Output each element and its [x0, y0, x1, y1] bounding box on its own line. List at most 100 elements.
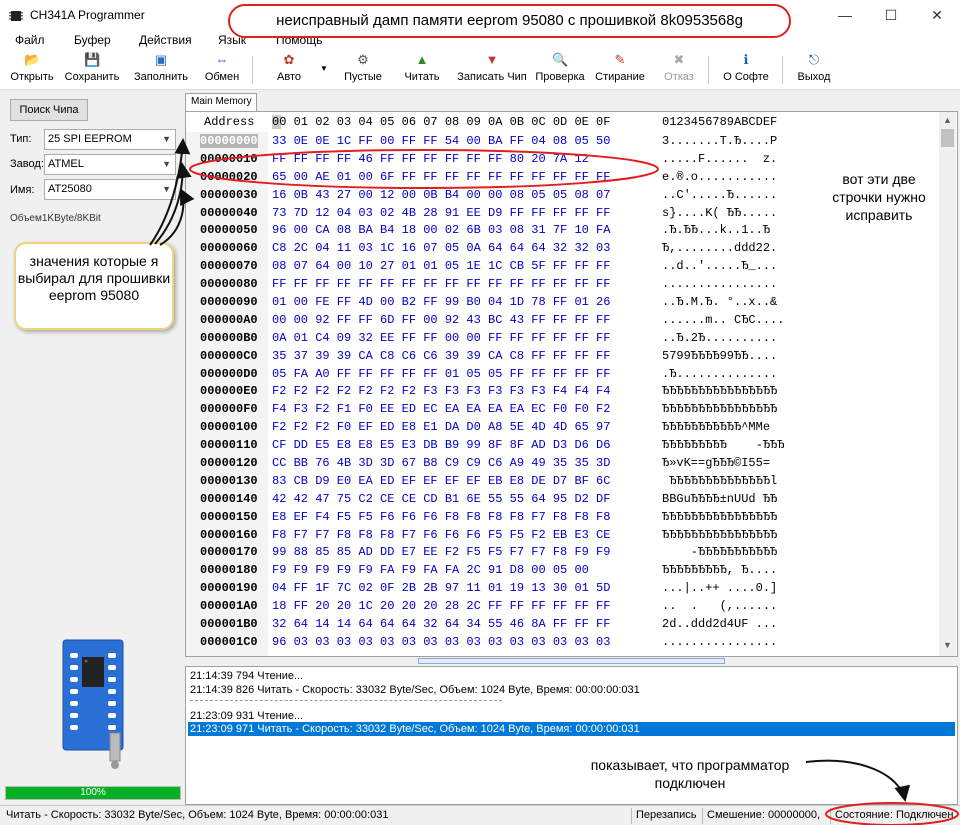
- row-hex-bytes[interactable]: 73 7D 12 04 03 02 4B 28 91 EE D9 FF FF F…: [272, 206, 610, 220]
- write-chip-button[interactable]: ▼ Записать Чип: [456, 52, 528, 88]
- hex-row[interactable]: 00000070 08 07 64 00 10 27 01 01 05 1E 1C…: [186, 257, 946, 275]
- hex-row[interactable]: 00000150 E8 EF F4 F5 F5 F6 F6 F6 F8 F8 F8…: [186, 508, 946, 526]
- hex-row[interactable]: 00000170 99 88 85 85 AD DD E7 EE F2 F5 F5…: [186, 543, 946, 561]
- hex-row[interactable]: 000000F0 F4 F3 F2 F1 F0 EE ED EC EA EA EA…: [186, 400, 946, 418]
- row-ascii[interactable]: ЂЂЂЂЂЂЂЂЂЂЂЂЂЂЂЂ: [662, 528, 777, 542]
- row-ascii[interactable]: ЂЂЂЂЂЂЂЂЂЂЂЂЂЂЂЂ: [662, 510, 777, 524]
- menu-buffer[interactable]: Буфер: [74, 33, 111, 47]
- row-ascii[interactable]: ЂЂЂЂЂЂЂЂЂ, Ђ....: [662, 563, 777, 577]
- hex-row[interactable]: 00000000 33 0E 0E 1C FF 00 FF FF 54 00 BA…: [186, 132, 946, 150]
- row-ascii[interactable]: ЂЂЂЂЂЂЂЂЂ -ЂЂЂ: [662, 438, 784, 452]
- row-hex-bytes[interactable]: 65 00 AE 01 00 6F FF FF FF FF FF FF FF F…: [272, 170, 610, 184]
- auto-dropdown-arrow[interactable]: ▼: [318, 64, 330, 100]
- row-hex-bytes[interactable]: 83 CB D9 E0 EA ED EF EF EF EF EB E8 DE D…: [272, 474, 610, 488]
- hex-row[interactable]: 00000130 83 CB D9 E0 EA ED EF EF EF EF EB…: [186, 472, 946, 490]
- hex-row[interactable]: 000000E0 F2 F2 F2 F2 F2 F2 F2 F3 F3 F3 F3…: [186, 382, 946, 400]
- row-hex-bytes[interactable]: 16 0B 43 27 00 12 00 0B B4 00 00 08 05 0…: [272, 188, 610, 202]
- hex-row[interactable]: 00000110 CF DD E5 E8 E8 E5 E3 DB B9 99 8F…: [186, 436, 946, 454]
- row-ascii[interactable]: ..Ђ.2Ђ..........: [662, 331, 777, 345]
- vendor-select[interactable]: ATMEL ▼: [44, 154, 176, 175]
- row-ascii[interactable]: ..Ђ.M.Ђ. °..x..&: [662, 295, 777, 309]
- open-button[interactable]: 📂 Открыть: [8, 52, 56, 88]
- row-ascii[interactable]: BBGuЂЂЂЂ±nUUd ЂЂ: [662, 492, 777, 506]
- tab-main-memory[interactable]: Main Memory: [185, 93, 257, 111]
- row-ascii[interactable]: ................: [662, 277, 777, 291]
- row-ascii[interactable]: Ђ,........ddd22.: [662, 241, 777, 255]
- row-ascii[interactable]: ЂЂЂЂЂЂЂЂЂЂЂЂЂЂЂЂ: [662, 384, 777, 398]
- hex-row[interactable]: 000000A0 00 00 92 FF FF 6D FF 00 92 43 BC…: [186, 311, 946, 329]
- row-hex-bytes[interactable]: 42 42 47 75 C2 CE CE CD B1 6E 55 55 64 9…: [272, 492, 610, 506]
- erase-button[interactable]: ✎ Стирание: [594, 52, 646, 88]
- hex-row[interactable]: 000000D0 05 FA A0 FF FF FF FF FF 01 05 05…: [186, 365, 946, 383]
- about-button[interactable]: ℹО Софте: [720, 52, 772, 88]
- scroll-up-icon[interactable]: ▲: [943, 115, 952, 125]
- close-button[interactable]: ✕: [914, 0, 960, 30]
- row-ascii[interactable]: ................: [662, 635, 777, 649]
- menu-actions[interactable]: Действия: [139, 33, 192, 47]
- row-ascii[interactable]: ......m.. СЂС....: [662, 313, 784, 327]
- row-hex-bytes[interactable]: 33 0E 0E 1C FF 00 FF FF 54 00 BA FF 04 0…: [272, 134, 610, 148]
- row-ascii[interactable]: .....F...... z.: [662, 152, 777, 166]
- save-button[interactable]: 💾 Сохранить: [64, 52, 120, 88]
- row-ascii[interactable]: ..C'.....Ђ......: [662, 188, 777, 202]
- row-ascii[interactable]: 5799ЂЂЂЂ99ЂЂ....: [662, 349, 777, 363]
- row-ascii[interactable]: ЂЂЂЂЂЂЂЂЂЂЂ^MMe: [662, 420, 770, 434]
- row-hex-bytes[interactable]: 32 64 14 14 64 64 64 32 64 34 55 46 8A F…: [272, 617, 610, 631]
- row-hex-bytes[interactable]: 18 FF 20 20 1C 20 20 20 28 2C FF FF FF F…: [272, 599, 610, 613]
- hex-row[interactable]: 00000060 C8 2C 04 11 03 1C 16 07 05 0A 64…: [186, 239, 946, 257]
- hex-row[interactable]: 000001B0 32 64 14 14 64 64 64 32 64 34 55…: [186, 615, 946, 633]
- verify-button[interactable]: 🔍 Проверка: [534, 52, 586, 88]
- row-hex-bytes[interactable]: F9 F9 F9 F9 F9 FA F9 FA FA 2C 91 D8 00 0…: [272, 563, 589, 577]
- row-hex-bytes[interactable]: 96 03 03 03 03 03 03 03 03 03 03 03 03 0…: [272, 635, 610, 649]
- row-ascii[interactable]: .. . (,......: [662, 599, 777, 613]
- row-ascii[interactable]: e.®.o...........: [662, 170, 777, 184]
- row-ascii[interactable]: ...|..++ ....0.]: [662, 581, 777, 595]
- vertical-scrollbar[interactable]: ▲ ▼: [939, 112, 956, 656]
- hex-row[interactable]: 00000090 01 00 FE FF 4D 00 B2 FF 99 B0 04…: [186, 293, 946, 311]
- auto-button[interactable]: ✿ Авто: [270, 52, 308, 88]
- row-hex-bytes[interactable]: C8 2C 04 11 03 1C 16 07 05 0A 64 64 64 3…: [272, 241, 610, 255]
- row-hex-bytes[interactable]: 99 88 85 85 AD DD E7 EE F2 F5 F5 F7 F7 F…: [272, 545, 610, 559]
- row-hex-bytes[interactable]: 00 00 92 FF FF 6D FF 00 92 43 BC 43 FF F…: [272, 313, 610, 327]
- hex-row[interactable]: 000000C0 35 37 39 39 CA C8 C6 C6 39 39 CA…: [186, 347, 946, 365]
- row-ascii[interactable]: s}....K( ЂЂ.....: [662, 206, 777, 220]
- hex-row[interactable]: 000001C0 96 03 03 03 03 03 03 03 03 03 03…: [186, 633, 946, 651]
- row-ascii[interactable]: .Ђ.ЂЂ...k..1..Ђ: [662, 223, 770, 237]
- row-hex-bytes[interactable]: F4 F3 F2 F1 F0 EE ED EC EA EA EA EA EC F…: [272, 402, 610, 416]
- hex-row[interactable]: 00000100 F2 F2 F2 F0 EF ED E8 E1 DA D0 A8…: [186, 418, 946, 436]
- hex-row[interactable]: 00000180 F9 F9 F9 F9 F9 FA F9 FA FA 2C 91…: [186, 561, 946, 579]
- hex-row[interactable]: 00000010 FF FF FF FF 46 FF FF FF FF FF FF…: [186, 150, 946, 168]
- row-hex-bytes[interactable]: E8 EF F4 F5 F5 F6 F6 F6 F8 F8 F8 F8 F7 F…: [272, 510, 610, 524]
- splitter-grip[interactable]: [418, 658, 725, 664]
- row-hex-bytes[interactable]: CF DD E5 E8 E8 E5 E3 DB B9 99 8F 8F AD D…: [272, 438, 610, 452]
- row-ascii[interactable]: ЂЂЂЂЂЂЂЂЂЂЂЂЂЂЂЂ: [662, 402, 777, 416]
- row-ascii[interactable]: -ЂЂЂЂЂЂЂЂЂЂЂ: [662, 545, 777, 559]
- panel-splitter[interactable]: [185, 658, 958, 666]
- row-hex-bytes[interactable]: FF FF FF FF FF FF FF FF FF FF FF FF FF F…: [272, 277, 610, 291]
- hex-row[interactable]: 00000160 F8 F7 F7 F8 F8 F8 F7 F6 F6 F6 F5…: [186, 526, 946, 544]
- fill-button[interactable]: ▣ Заполнить: [132, 52, 190, 88]
- row-hex-bytes[interactable]: 04 FF 1F 7C 02 0F 2B 2B 97 11 01 19 13 3…: [272, 581, 610, 595]
- row-hex-bytes[interactable]: CC BB 76 4B 3D 3D 67 B8 C9 C9 C6 A9 49 3…: [272, 456, 610, 470]
- row-hex-bytes[interactable]: 01 00 FE FF 4D 00 B2 FF 99 B0 04 1D 78 F…: [272, 295, 610, 309]
- hex-row[interactable]: 00000140 42 42 47 75 C2 CE CE CD B1 6E 55…: [186, 490, 946, 508]
- search-chip-button[interactable]: Поиск Чипа: [10, 99, 88, 121]
- hex-row[interactable]: 00000050 96 00 CA 08 BA B4 18 00 02 6B 03…: [186, 221, 946, 239]
- swap-button[interactable]: ⇔ Обмен: [200, 52, 244, 88]
- row-hex-bytes[interactable]: FF FF FF FF 46 FF FF FF FF FF FF 80 20 7…: [272, 152, 589, 166]
- blank-check-button[interactable]: ⚙ Пустые: [340, 52, 386, 88]
- hex-row[interactable]: 000001A0 18 FF 20 20 1C 20 20 20 28 2C FF…: [186, 597, 946, 615]
- row-hex-bytes[interactable]: 96 00 CA 08 BA B4 18 00 02 6B 03 08 31 7…: [272, 223, 610, 237]
- name-select[interactable]: AT25080 ▼: [44, 179, 176, 200]
- row-hex-bytes[interactable]: F2 F2 F2 F0 EF ED E8 E1 DA D0 A8 5E 4D 4…: [272, 420, 610, 434]
- row-hex-bytes[interactable]: F2 F2 F2 F2 F2 F2 F2 F3 F3 F3 F3 F3 F3 F…: [272, 384, 610, 398]
- exit-button[interactable]: ⎋ Выход: [794, 52, 834, 88]
- scroll-thumb[interactable]: [941, 129, 954, 147]
- menu-file[interactable]: Файл: [15, 33, 45, 47]
- row-hex-bytes[interactable]: 35 37 39 39 CA C8 C6 C6 39 39 CA C8 FF F…: [272, 349, 610, 363]
- row-hex-bytes[interactable]: 05 FA A0 FF FF FF FF FF 01 05 05 FF FF F…: [272, 367, 610, 381]
- row-ascii[interactable]: ЂЂЂЂЂЂЂЂЂЂЂЂЂЂl: [662, 474, 777, 488]
- row-hex-bytes[interactable]: F8 F7 F7 F8 F8 F8 F7 F6 F6 F6 F5 F5 F2 E…: [272, 528, 610, 542]
- row-ascii[interactable]: Ђ»vK==gЂЂЂ©I55=: [662, 456, 770, 470]
- type-select[interactable]: 25 SPI EEPROM ▼: [44, 129, 176, 150]
